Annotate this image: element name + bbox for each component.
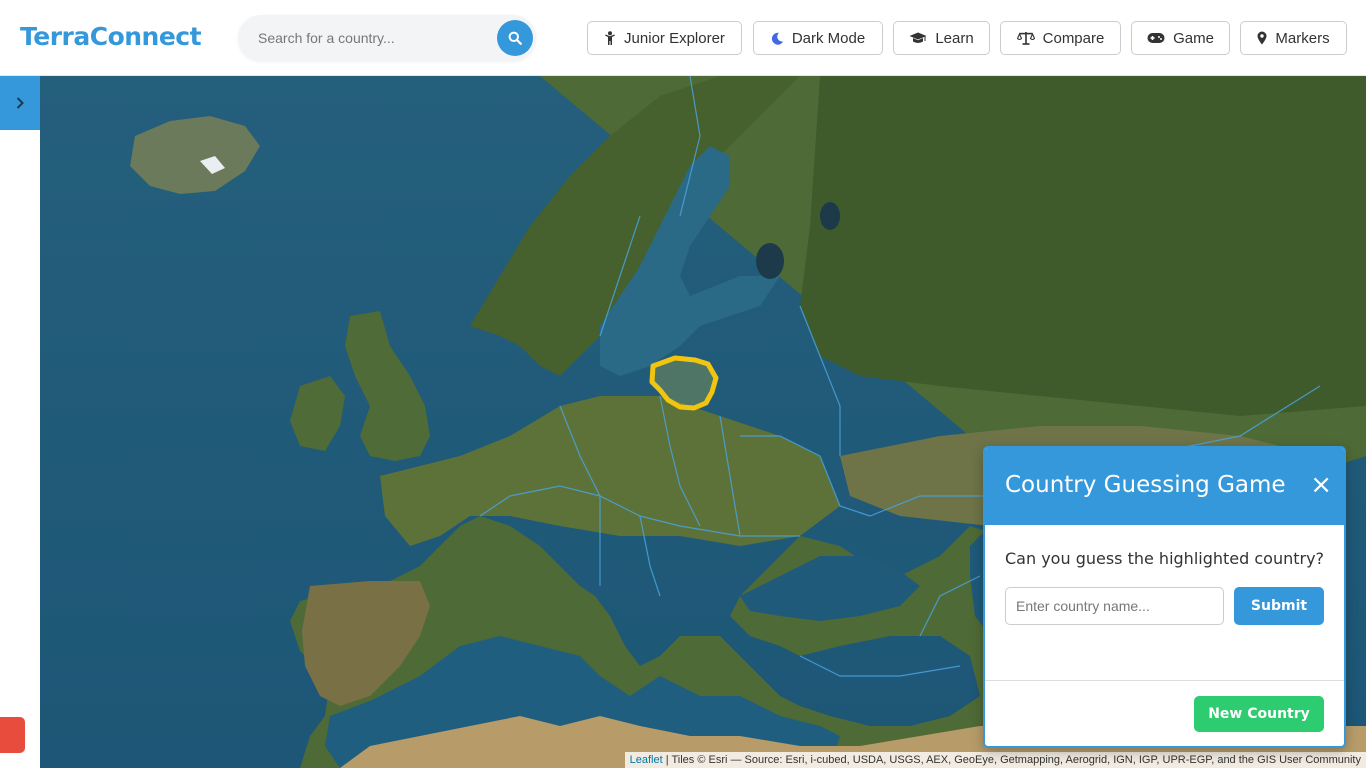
- sidebar-red-tab[interactable]: [0, 717, 25, 753]
- new-country-button[interactable]: New Country: [1194, 696, 1324, 732]
- dark-mode-label: Dark Mode: [791, 29, 866, 47]
- search-icon: [508, 31, 522, 45]
- balance-scale-icon: [1016, 32, 1035, 45]
- child-icon: [605, 30, 616, 45]
- learn-label: Learn: [935, 29, 974, 47]
- country-guess-input[interactable]: [1005, 587, 1224, 625]
- compare-button[interactable]: Compare: [1000, 21, 1121, 55]
- gamepad-icon: [1147, 33, 1165, 43]
- compare-label: Compare: [1042, 29, 1105, 47]
- search-button[interactable]: [497, 20, 533, 56]
- left-sidebar: [0, 76, 40, 768]
- top-header: TerraConnect Junior Explorer Dark Mode L…: [0, 0, 1366, 76]
- leaflet-link[interactable]: Leaflet: [630, 754, 663, 766]
- russia-area: [800, 76, 1366, 416]
- game-title: Country Guessing Game: [1005, 472, 1286, 498]
- graduation-cap-icon: [909, 32, 927, 43]
- sidebar-toggle-button[interactable]: [0, 76, 40, 130]
- search-input[interactable]: [258, 30, 488, 46]
- game-label: Game: [1173, 29, 1214, 47]
- markers-button[interactable]: Markers: [1240, 21, 1347, 55]
- tiles-attribution-text: | Tiles © Esri — Source: Esri, i-cubed, …: [662, 754, 1361, 766]
- app-logo[interactable]: TerraConnect: [20, 22, 202, 51]
- junior-explorer-button[interactable]: Junior Explorer: [587, 21, 742, 55]
- learn-button[interactable]: Learn: [893, 21, 990, 55]
- map-attribution: Leaflet | Tiles © Esri — Source: Esri, i…: [624, 752, 1366, 768]
- markers-label: Markers: [1275, 29, 1330, 47]
- submit-button[interactable]: Submit: [1234, 587, 1324, 625]
- game-button[interactable]: Game: [1131, 21, 1230, 55]
- game-question: Can you guess the highlighted country?: [1005, 549, 1325, 568]
- game-panel-header: Country Guessing Game ×: [985, 448, 1344, 525]
- moon-icon: [771, 32, 784, 45]
- close-icon[interactable]: ×: [1310, 472, 1332, 498]
- dark-mode-button[interactable]: Dark Mode: [753, 21, 883, 55]
- chevron-right-icon: [16, 97, 24, 109]
- map-marker-icon: [1257, 31, 1267, 45]
- game-divider: [985, 680, 1344, 681]
- country-guessing-game-panel: Country Guessing Game × Can you guess th…: [983, 446, 1346, 748]
- search-bar: [238, 15, 536, 61]
- junior-explorer-label: Junior Explorer: [624, 29, 725, 47]
